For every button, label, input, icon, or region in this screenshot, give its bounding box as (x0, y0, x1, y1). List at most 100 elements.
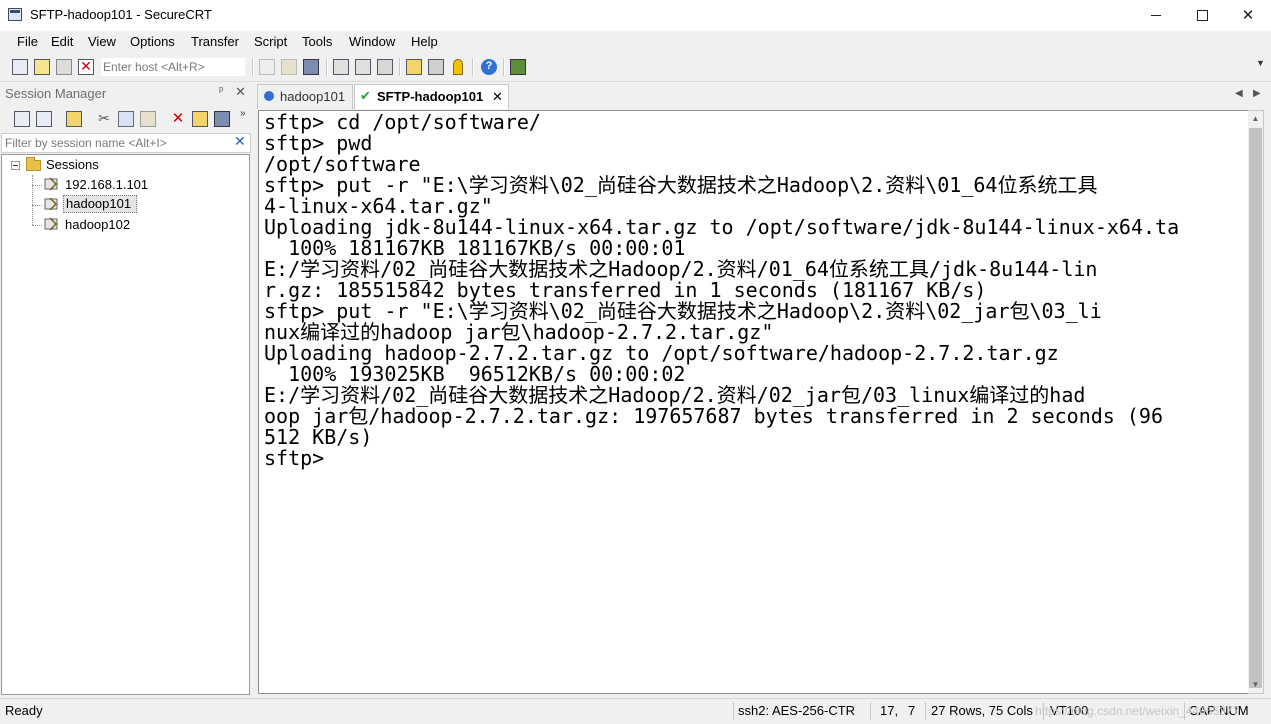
scroll-up-icon[interactable]: ▲ (1248, 111, 1263, 127)
session-icon (44, 177, 60, 191)
reconnect-icon[interactable] (56, 59, 72, 75)
session-manager-header: Session Manager ᵖ ✕ (0, 83, 252, 105)
terminal-line: 512 KB/s) (264, 425, 373, 449)
menu-view[interactable]: View (88, 34, 116, 49)
terminal-line: E:/学习资料/02_尚硅谷大数据技术之Hadoop/2.资料/02_jar包/… (264, 383, 1086, 407)
print-icon[interactable] (333, 59, 349, 75)
tab-label: hadoop101 (280, 89, 346, 104)
copy-session-icon[interactable] (118, 111, 134, 127)
tab-scroll-left-icon[interactable]: ◀ (1235, 88, 1243, 99)
connect-session-icon[interactable] (14, 111, 30, 127)
menu-transfer[interactable]: Transfer (191, 34, 239, 49)
printer-icon[interactable] (377, 59, 393, 75)
terminal-line: sftp> cd /opt/software/ (264, 110, 541, 134)
terminal-line: Uploading jdk-8u144-linux-x64.tar.gz to … (264, 215, 1180, 239)
info-icon (264, 91, 274, 101)
overflow-icon[interactable]: » (240, 108, 256, 124)
quick-connect-icon[interactable] (34, 59, 50, 75)
session-manager-close-icon[interactable]: ✕ (235, 84, 246, 100)
terminal-area[interactable]: sftp> cd /opt/software/ sftp> pwd /opt/s… (258, 110, 1248, 694)
watermark: https://blog.csdn.net/weixin_44065377 (1035, 704, 1240, 718)
status-cipher: ssh2: AES-256-CTR (738, 703, 856, 718)
session-item[interactable]: hadoop102 (65, 217, 130, 235)
status-separator (870, 702, 871, 720)
terminal-line: oop jar包/hadoop-2.7.2.tar.gz: 197657687 … (264, 404, 1163, 428)
toolbar-overflow-icon[interactable]: ▼ (1256, 58, 1265, 68)
tree-connector (32, 185, 42, 186)
help-icon[interactable]: ? (481, 59, 497, 75)
toolbar-separator (252, 58, 254, 76)
tab-scroll-right-icon[interactable]: ▶ (1253, 88, 1261, 99)
tab-bar: hadoop101 ✔ SFTP-hadoop101 ✕ ◀ ▶ (255, 83, 1271, 110)
terminal-scrollbar[interactable]: ▲ ▼ (1248, 110, 1264, 694)
connect-tab-icon[interactable] (36, 111, 52, 127)
toolbar-separator (503, 58, 505, 76)
sftp-icon[interactable] (510, 59, 526, 75)
find-icon[interactable] (303, 59, 319, 75)
paste-icon[interactable] (281, 59, 297, 75)
terminal-line: 100% 181167KB 181167KB/s 00:00:01 (264, 236, 686, 260)
terminal-prompt: sftp> (264, 446, 325, 470)
maximize-button[interactable] (1179, 0, 1225, 31)
clear-filter-icon[interactable]: ✕ (234, 133, 246, 150)
tab-hadoop101[interactable]: hadoop101 (257, 84, 353, 109)
menu-script[interactable]: Script (254, 34, 287, 49)
tree-connector (32, 175, 33, 225)
collapse-icon[interactable] (11, 161, 20, 170)
menu-window[interactable]: Window (349, 34, 395, 49)
tab-sftp-hadoop101[interactable]: ✔ SFTP-hadoop101 ✕ (354, 84, 509, 109)
toolbar-separator (326, 58, 328, 76)
session-icon (44, 197, 60, 211)
status-dimensions: 27 Rows, 75 Cols (931, 703, 1033, 718)
terminal-line: nux编译过的hadoop jar包\hadoop-2.7.2.tar.gz" (264, 320, 774, 344)
minimize-icon (1151, 15, 1161, 16)
session-filter-input[interactable]: Filter by session name <Alt+I> (1, 133, 251, 153)
status-separator (733, 702, 734, 720)
new-session-icon[interactable] (66, 111, 82, 127)
enter-host-input[interactable]: Enter host <Alt+R> (100, 57, 246, 77)
session-manager-title: Session Manager (5, 86, 107, 101)
scroll-down-icon[interactable]: ▼ (1248, 677, 1263, 693)
connect-icon[interactable] (12, 59, 28, 75)
tab-close-icon[interactable]: ✕ (492, 89, 503, 105)
tree-root-sessions[interactable]: Sessions (46, 157, 99, 175)
paste-session-icon[interactable] (140, 111, 156, 127)
global-options-icon[interactable] (428, 59, 444, 75)
window-title: SFTP-hadoop101 - SecureCRT (30, 7, 212, 22)
print-selection-icon[interactable] (355, 59, 371, 75)
session-item-selected[interactable]: hadoop101 (63, 195, 137, 213)
menu-bar: File Edit View Options Transfer Script T… (0, 31, 1271, 53)
disconnect-icon[interactable]: ✕ (78, 59, 94, 75)
tree-connector (32, 225, 42, 226)
title-bar: SFTP-hadoop101 - SecureCRT ✕ (0, 0, 1271, 31)
menu-edit[interactable]: Edit (51, 34, 73, 49)
session-tree: Sessions 192.168.1.101 hadoop101 hadoop1… (1, 154, 250, 695)
terminal-line: /opt/software (264, 152, 421, 176)
menu-help[interactable]: Help (411, 34, 438, 49)
minimize-button[interactable] (1133, 0, 1179, 31)
tab-label: SFTP-hadoop101 (377, 89, 484, 104)
session-options-icon[interactable] (406, 59, 422, 75)
keymap-icon[interactable] (453, 59, 463, 75)
connected-check-icon: ✔ (360, 88, 371, 103)
session-item[interactable]: 192.168.1.101 (65, 177, 148, 195)
copy-icon[interactable] (259, 59, 275, 75)
terminal-line: Uploading hadoop-2.7.2.tar.gz to /opt/so… (264, 341, 1059, 365)
find-session-icon[interactable] (214, 111, 230, 127)
scrollbar-thumb[interactable] (1249, 128, 1262, 688)
status-cursor-row: 17, (880, 703, 899, 718)
terminal-line: 4-linux-x64.tar.gz" (264, 194, 493, 218)
menu-tools[interactable]: Tools (302, 34, 332, 49)
folder-icon (26, 157, 41, 171)
terminal-line: sftp> put -r "E:\学习资料\02_尚硅谷大数据技术之Hadoop… (264, 299, 1102, 323)
close-window-button[interactable]: ✕ (1225, 0, 1271, 31)
delete-icon[interactable]: ✕ (170, 111, 186, 127)
securecrt-app-icon[interactable] (8, 8, 22, 21)
cut-icon[interactable]: ✂ (96, 111, 112, 127)
terminal-line: 100% 193025KB 96512KB/s 00:00:02 (264, 362, 686, 386)
pin-icon[interactable]: ᵖ (219, 85, 223, 97)
properties-icon[interactable] (192, 111, 208, 127)
tree-connector (32, 205, 42, 206)
menu-file[interactable]: File (17, 34, 38, 49)
menu-options[interactable]: Options (130, 34, 175, 49)
